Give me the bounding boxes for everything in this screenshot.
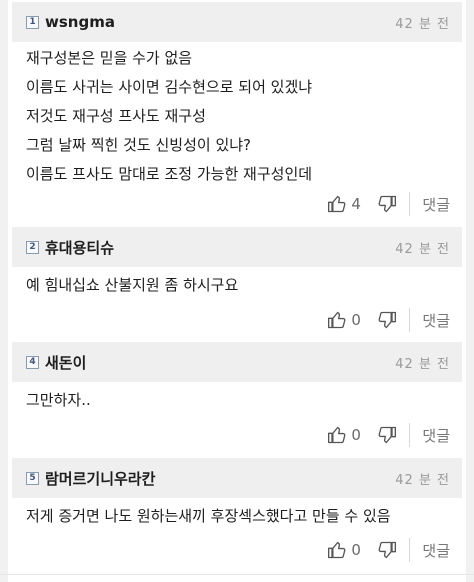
dislike-button[interactable] [377, 194, 397, 214]
comment-item: 5 람머르기니우라칸 42 분 전 저게 증거면 나도 원하는새끼 후장섹스했다… [12, 458, 462, 562]
thumbs-up-icon [328, 426, 346, 444]
comment-author[interactable]: 휴대용티슈 [45, 237, 114, 258]
divider [409, 308, 411, 332]
like-count: 0 [351, 541, 361, 559]
comment-time: 42 분 전 [395, 472, 450, 488]
thumbs-up-icon [328, 311, 346, 329]
comment-actions: 0 댓글 [327, 534, 462, 566]
like-button[interactable]: 0 [327, 310, 363, 330]
comment-header: 5 람머르기니우라칸 42 분 전 [12, 458, 462, 498]
thumbs-down-icon [378, 426, 397, 444]
thumbs-down-icon [378, 541, 397, 559]
thumbs-up-icon [328, 195, 346, 213]
like-button[interactable]: 4 [327, 194, 363, 214]
comment-text-line: 저게 증거면 나도 원하는새끼 후장섹스했다고 만들 수 있음 [26, 507, 391, 525]
divider [409, 538, 411, 562]
thumbs-down-icon [378, 195, 397, 213]
comment-actions: 0 댓글 [327, 419, 462, 451]
level-badge-icon: 4 [26, 355, 39, 369]
bottom-divider [0, 574, 474, 575]
thumbs-up-icon [328, 541, 346, 559]
comment-body: 예 힘내십쇼 산불지원 좀 하시구요 [12, 267, 462, 300]
dislike-button[interactable] [377, 425, 397, 445]
thumbs-down-icon [378, 311, 397, 329]
comment-text-line: 저것도 재구성 프사도 재구성 [26, 107, 206, 125]
divider [409, 423, 411, 447]
reply-button[interactable]: 댓글 [422, 194, 450, 215]
comment-time: 42 분 전 [395, 356, 450, 372]
like-button[interactable]: 0 [327, 540, 363, 560]
level-badge-icon: 5 [26, 471, 39, 485]
comment-item: 1 wsngma 42 분 전 재구성본은 믿을 수가 없음 이름도 사귀는 사… [12, 2, 462, 216]
comment-text-line: 이름도 프사도 맘대로 조정 가능한 재구성인데 [26, 165, 313, 183]
comment-header: 1 wsngma 42 분 전 [12, 2, 462, 42]
comment-author[interactable]: wsngma [45, 13, 115, 31]
like-count: 4 [351, 195, 361, 213]
comment-body: 그만하자.. [12, 382, 462, 415]
right-edge [466, 0, 474, 582]
comment-actions: 4 댓글 [327, 188, 462, 220]
level-badge-icon: 2 [26, 240, 39, 254]
like-button[interactable]: 0 [327, 425, 363, 445]
reply-button[interactable]: 댓글 [422, 425, 450, 446]
comment-time: 42 분 전 [395, 16, 450, 32]
comment-text-line: 그만하자.. [26, 391, 91, 409]
dislike-button[interactable] [377, 310, 397, 330]
reply-button[interactable]: 댓글 [422, 310, 450, 331]
level-badge-icon: 1 [26, 15, 39, 29]
comment-author[interactable]: 람머르기니우라칸 [45, 468, 155, 489]
comment-header: 2 휴대용티슈 42 분 전 [12, 227, 462, 267]
reply-button[interactable]: 댓글 [422, 540, 450, 561]
comment-body: 재구성본은 믿을 수가 없음 이름도 사귀는 사이면 김수현으로 되어 있겠냐 … [12, 42, 462, 189]
comment-header: 4 새돈이 42 분 전 [12, 342, 462, 382]
comment-text-line: 재구성본은 믿을 수가 없음 [26, 49, 193, 67]
like-count: 0 [351, 311, 361, 329]
comment-time: 42 분 전 [395, 241, 450, 257]
comment-text-line: 그럼 날짜 찍힌 것도 신빙성이 있냐? [26, 136, 252, 154]
like-count: 0 [351, 426, 361, 444]
divider [409, 192, 411, 216]
comment-text-line: 이름도 사귀는 사이면 김수현으로 되어 있겠냐 [26, 78, 313, 96]
comment-item: 2 휴대용티슈 42 분 전 예 힘내십쇼 산불지원 좀 하시구요 0 댓글 [12, 227, 462, 332]
comment-item: 4 새돈이 42 분 전 그만하자.. 0 댓글 [12, 342, 462, 447]
comment-text-line: 예 힘내십쇼 산불지원 좀 하시구요 [26, 276, 239, 294]
comment-author[interactable]: 새돈이 [45, 352, 86, 373]
left-edge [0, 0, 8, 582]
comment-body: 저게 증거면 나도 원하는새끼 후장섹스했다고 만들 수 있음 [12, 498, 462, 531]
comment-actions: 0 댓글 [327, 304, 462, 336]
dislike-button[interactable] [377, 540, 397, 560]
